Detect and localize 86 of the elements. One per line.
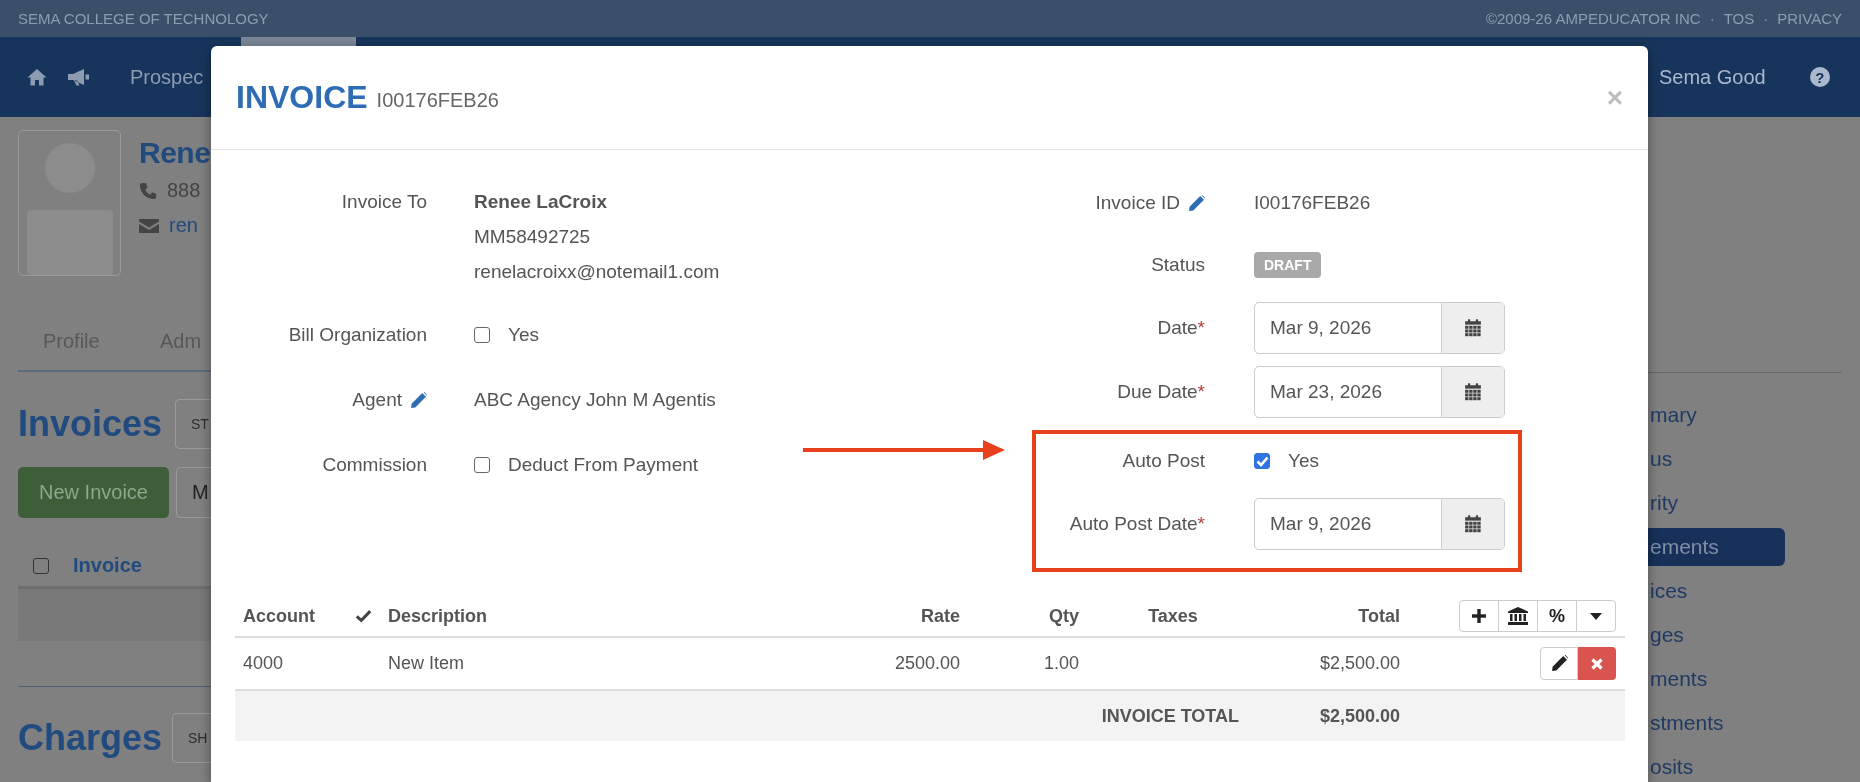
column-header: Qty — [1049, 605, 1079, 627]
close-button[interactable]: × — [1606, 81, 1623, 114]
side-menu-item[interactable]: ices — [1648, 576, 1785, 606]
calendar-button[interactable] — [1441, 367, 1504, 417]
user-name[interactable]: Sema Good — [1659, 65, 1766, 89]
section-title: Invoices — [18, 403, 164, 445]
megaphone-icon[interactable] — [67, 68, 91, 86]
plus-icon — [1472, 609, 1486, 623]
envelope-icon — [139, 217, 159, 234]
side-menu-item[interactable]: mary — [1648, 400, 1785, 430]
field-label: Status — [1151, 254, 1205, 276]
phone-number: 888 — [167, 179, 201, 202]
calendar-icon — [1464, 383, 1482, 401]
button[interactable]: New Invoice — [18, 467, 169, 518]
contact-name: Renee LaCroix — [474, 190, 609, 214]
date-field[interactable]: Mar 9, 2026 — [1254, 498, 1505, 550]
total-amount: $2,500.00 — [1319, 705, 1400, 727]
side-menu-item[interactable]: rity — [1648, 488, 1785, 518]
edit-button[interactable] — [1540, 647, 1578, 680]
table-cell: 4000 — [243, 653, 284, 674]
column-header[interactable]: Invoice — [73, 554, 142, 577]
nav-link[interactable]: Prospec — [130, 65, 204, 89]
site-name: SEMA COLLEGE OF TECHNOLOGY — [18, 10, 269, 27]
field-label: Commission — [322, 454, 427, 476]
checkbox[interactable] — [474, 327, 490, 343]
email-link[interactable]: ren — [169, 214, 198, 237]
phone-icon — [139, 181, 157, 200]
home-icon[interactable] — [27, 68, 47, 86]
column-header: Rate — [921, 605, 960, 627]
column-header: Description — [388, 605, 488, 627]
field-label: Due Date* — [1117, 381, 1205, 403]
column-header: Taxes — [1148, 605, 1198, 627]
section-title: Charges — [18, 717, 164, 759]
total-label: INVOICE TOTAL — [1101, 705, 1239, 727]
caret-icon — [1590, 612, 1602, 620]
table-cell: New Item — [388, 653, 465, 674]
column-header: Total — [1358, 605, 1400, 627]
checkbox[interactable] — [1254, 453, 1270, 469]
field-label: Invoice To — [341, 190, 427, 213]
separator-dot: · — [1709, 10, 1715, 27]
profile-name: Rene — [139, 135, 211, 171]
column-header: Account — [243, 605, 315, 627]
calendar-icon — [1464, 515, 1482, 533]
field-label: Auto Post — [1122, 450, 1205, 472]
date-field[interactable]: Mar 9, 2026 — [1254, 302, 1505, 354]
side-menu-item[interactable]: stments — [1648, 708, 1785, 738]
checkbox[interactable] — [33, 557, 49, 574]
close-icon — [1591, 657, 1603, 670]
field-value: I00176FEB26 — [1254, 192, 1371, 214]
calendar-icon — [1464, 319, 1482, 337]
side-menu-item[interactable]: us — [1648, 444, 1785, 474]
checkbox-label: Yes — [508, 324, 539, 346]
delete-button[interactable] — [1578, 647, 1616, 680]
invoice-number: I00176FEB26 — [376, 89, 499, 112]
calendar-button[interactable] — [1441, 303, 1504, 353]
date-field[interactable]: Mar 23, 2026 — [1254, 366, 1505, 418]
checkbox-label: Yes — [1288, 450, 1319, 472]
table-cell: 1.00 — [1043, 653, 1079, 674]
side-menu-item[interactable]: ements — [1648, 528, 1785, 566]
footer-link[interactable]: ©2009-26 AMPEDUCATOR INC — [1485, 10, 1701, 27]
calendar-button[interactable] — [1441, 499, 1504, 549]
table-cell: 2500.00 — [894, 653, 960, 674]
help-button[interactable]: ? — [1809, 67, 1830, 87]
dialog-title: INVOICE — [236, 79, 368, 116]
check-icon — [355, 608, 372, 624]
side-menu-item[interactable]: ges — [1648, 620, 1785, 650]
footer-link[interactable]: PRIVACY — [1777, 10, 1842, 27]
avatar-icon — [18, 130, 121, 276]
checkbox[interactable] — [474, 457, 490, 473]
field-label: Date* — [1157, 317, 1205, 339]
field-label: Agent — [352, 389, 402, 411]
footer-link[interactable]: TOS — [1723, 10, 1755, 27]
pencil-icon[interactable] — [1550, 655, 1568, 672]
checkbox-label: Deduct From Payment — [508, 454, 699, 476]
bank-icon — [1508, 607, 1528, 625]
side-menu-item[interactable]: osits — [1648, 752, 1785, 782]
contact-detail: MM58492725 — [474, 225, 592, 249]
separator-dot: · — [1763, 10, 1769, 27]
field-value: ABC Agency John M Agentis — [474, 389, 716, 411]
contact-detail: renelacroixx@notemail1.com — [474, 260, 721, 284]
side-menu-item[interactable]: ments — [1648, 664, 1785, 694]
table-cell: $2,500.00 — [1319, 653, 1400, 674]
field-label: Invoice ID — [1095, 192, 1180, 214]
field-label: Auto Post Date* — [1069, 513, 1205, 535]
status-badge: DRAFT — [1254, 252, 1322, 278]
field-label: Bill Organization — [288, 324, 427, 346]
